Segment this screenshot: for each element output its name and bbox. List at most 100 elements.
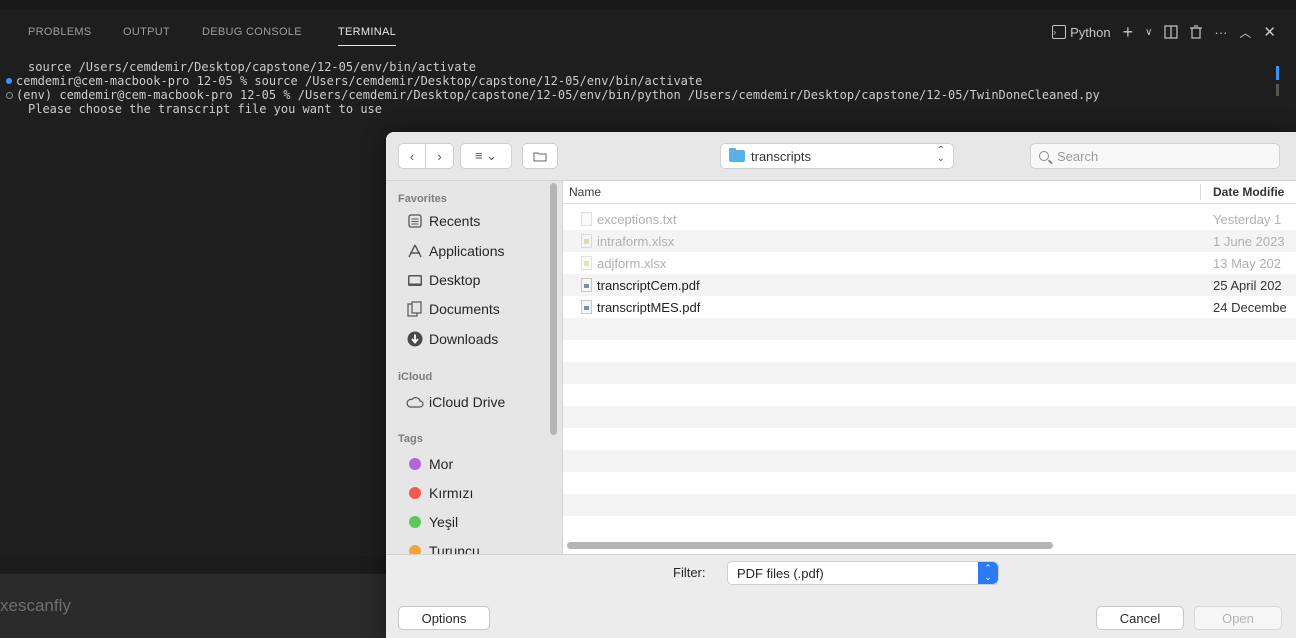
nav-buttons: ‹ › xyxy=(398,143,454,169)
cloud-icon xyxy=(406,393,424,411)
options-button[interactable]: Options xyxy=(398,606,490,630)
spreadsheet-file-icon xyxy=(581,256,592,270)
column-header-date[interactable]: Date Modifie xyxy=(1213,185,1284,199)
file-list-header: Name Date Modifie xyxy=(563,181,1296,204)
sidebar-header-favorites: Favorites xyxy=(398,193,447,205)
scroll-marker xyxy=(1276,66,1279,80)
search-icon xyxy=(1039,151,1049,161)
file-row: adjform.xlsx 13 May 202 xyxy=(563,252,1296,274)
file-row[interactable]: transcriptMES.pdf 24 Decembe xyxy=(563,296,1296,318)
sidebar-item-icloud-drive[interactable]: iCloud Drive xyxy=(406,389,505,415)
spreadsheet-file-icon xyxy=(581,234,592,248)
sidebar-item-label: Recents xyxy=(429,213,481,229)
horizontal-scrollbar[interactable] xyxy=(567,542,1053,549)
open-button[interactable]: Open xyxy=(1194,606,1282,630)
new-terminal-icon[interactable]: + xyxy=(1123,22,1134,43)
sidebar-item-label: Downloads xyxy=(429,331,499,347)
tag-color-icon xyxy=(409,487,421,499)
sidebar-item-tag-kirmizi[interactable]: Kırmızı xyxy=(406,480,473,506)
new-folder-button[interactable] xyxy=(522,143,558,169)
terminal-profile-button[interactable]: › Python xyxy=(1052,24,1111,40)
sidebar-header-icloud: iCloud xyxy=(398,371,433,383)
sidebar-item-desktop[interactable]: Desktop xyxy=(406,267,480,293)
column-header-name[interactable]: Name xyxy=(569,185,601,199)
search-input[interactable] xyxy=(1055,147,1259,165)
sidebar-item-label: Mor xyxy=(429,456,454,472)
file-date: 25 April 202 xyxy=(1213,278,1282,293)
sidebar-item-applications[interactable]: Applications xyxy=(406,238,505,264)
sidebar-header-tags: Tags xyxy=(398,433,423,445)
open-file-dialog: ‹ › ≡ ⌄ transcripts ⌃⌄ Favorites Recents xyxy=(386,132,1296,638)
empty-row xyxy=(563,340,1296,362)
tab-debug-console[interactable]: DEBUG CONSOLE xyxy=(202,10,302,54)
view-mode-button[interactable]: ≡ ⌄ xyxy=(460,143,512,169)
filter-value: PDF files (.pdf) xyxy=(737,566,824,581)
sidebar-item-label: iCloud Drive xyxy=(429,394,506,410)
maximize-panel-icon[interactable]: ︿ xyxy=(1239,24,1251,41)
updown-chevron-icon: ⌃ ⌄ xyxy=(978,562,998,584)
dialog-toolbar: ‹ › ≡ ⌄ transcripts ⌃ ⌄ xyxy=(386,132,1296,181)
file-row[interactable]: transcriptCem.pdf 25 April 202 xyxy=(563,274,1296,296)
sidebar-item-downloads[interactable]: Downloads xyxy=(406,326,498,352)
terminal-actions: › Python + ∨ ··· ︿ ✕ xyxy=(1052,10,1276,54)
terminal-line: source /Users/cemdemir/Desktop/capstone/… xyxy=(28,60,476,74)
empty-row xyxy=(563,450,1296,472)
sidebar-item-tag-turuncu[interactable]: Turuncu xyxy=(406,538,480,554)
file-row: exceptions.txt Yesterday 1 xyxy=(563,208,1296,230)
command-running-icon[interactable] xyxy=(6,92,13,99)
close-panel-icon[interactable]: ✕ xyxy=(1263,23,1276,41)
cancel-button[interactable]: Cancel xyxy=(1096,606,1184,630)
panel-divider xyxy=(0,556,390,574)
sidebar-item-tag-mor[interactable]: Mor xyxy=(406,451,453,477)
file-date: 24 Decembe xyxy=(1213,300,1287,315)
command-success-icon[interactable] xyxy=(6,78,12,84)
tag-color-icon xyxy=(409,545,421,554)
list-view-icon: ≡ ⌄ xyxy=(474,148,498,163)
file-date: 1 June 2023 xyxy=(1213,234,1285,249)
sidebar-item-documents[interactable]: Documents xyxy=(406,296,500,322)
tab-output[interactable]: OUTPUT xyxy=(123,10,170,54)
forward-button[interactable]: › xyxy=(425,144,453,168)
location-select[interactable]: transcripts ⌃ ⌄ xyxy=(720,143,954,169)
terminal-icon: › xyxy=(1052,25,1067,39)
tab-terminal[interactable]: TERMINAL xyxy=(338,10,397,54)
tag-color-icon xyxy=(409,516,421,528)
scroll-marker xyxy=(1276,84,1279,96)
file-name: exceptions.txt xyxy=(597,212,677,227)
terminal-line: Please choose the transcript file you wa… xyxy=(28,102,383,116)
pdf-file-icon xyxy=(581,300,592,314)
column-divider[interactable] xyxy=(1200,184,1201,200)
applications-icon xyxy=(406,242,424,260)
file-name: adjform.xlsx xyxy=(597,256,667,271)
text-file-icon xyxy=(581,212,592,226)
tag-color-icon xyxy=(409,458,421,470)
sidebar-item-label: Applications xyxy=(429,243,505,259)
file-name: transcriptCem.pdf xyxy=(597,278,700,293)
dialog-button-bar: Options Cancel Open xyxy=(386,590,1296,638)
empty-row xyxy=(563,516,1296,538)
sidebar-item-recents[interactable]: Recents xyxy=(406,208,480,234)
updown-chevron-icon: ⌃ ⌄ xyxy=(936,145,945,164)
sidebar-item-tag-yesil[interactable]: Yeşil xyxy=(406,509,458,535)
filter-select[interactable]: PDF files (.pdf) ⌃ ⌄ xyxy=(727,561,999,585)
empty-row xyxy=(563,428,1296,450)
terminal-line: (env) cemdemir@cem-macbook-pro 12-05 % /… xyxy=(16,88,1100,102)
chevron-down-icon[interactable]: ∨ xyxy=(1145,27,1152,38)
back-button[interactable]: ‹ xyxy=(399,144,425,168)
sidebar-scrollbar[interactable] xyxy=(550,183,557,435)
split-terminal-icon[interactable] xyxy=(1164,25,1179,39)
empty-row xyxy=(563,318,1296,340)
new-folder-icon xyxy=(523,144,557,168)
file-date: 13 May 202 xyxy=(1213,256,1281,271)
sidebar-item-label: Turuncu xyxy=(429,543,480,554)
trash-icon[interactable] xyxy=(1190,25,1203,39)
downloads-icon xyxy=(406,330,424,348)
terminal-line: cemdemir@cem-macbook-pro 12-05 % source … xyxy=(16,74,703,88)
terminal-profile-label: Python xyxy=(1070,24,1111,40)
desktop-icon xyxy=(406,271,424,289)
editor-top-strip xyxy=(0,0,1296,10)
tab-problems[interactable]: PROBLEMS xyxy=(28,10,92,54)
documents-icon xyxy=(406,300,424,318)
more-actions-icon[interactable]: ··· xyxy=(1214,25,1227,40)
search-field[interactable] xyxy=(1030,143,1280,169)
